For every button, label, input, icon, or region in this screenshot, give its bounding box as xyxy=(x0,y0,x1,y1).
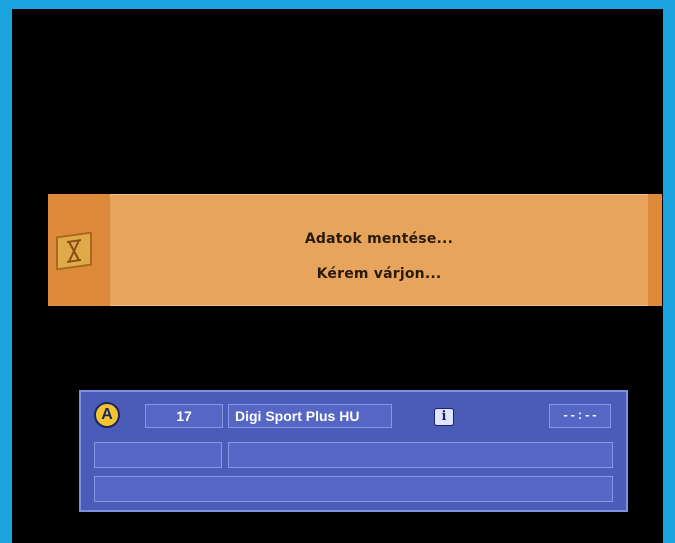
tv-screen: Adatok mentése... Kérem várjon... A 17 D… xyxy=(12,9,663,543)
time-display: --:-- xyxy=(549,404,611,428)
hourglass-icon xyxy=(56,231,92,271)
saving-dialog: Adatok mentése... Kérem várjon... xyxy=(48,194,662,306)
info-icon[interactable]: i xyxy=(434,408,454,426)
channel-number: 17 xyxy=(145,404,223,428)
dialog-left-strip xyxy=(48,194,110,306)
program-time-field xyxy=(94,442,222,468)
wait-message: Kérem várjon... xyxy=(316,266,442,282)
next-program-field xyxy=(94,476,613,502)
channel-info-banner: A 17 Digi Sport Plus HU i --:-- xyxy=(79,390,628,512)
audio-badge: A xyxy=(94,402,120,428)
saving-message: Adatok mentése... xyxy=(304,231,454,247)
channel-name: Digi Sport Plus HU xyxy=(228,404,392,428)
program-title-field xyxy=(228,442,613,468)
dialog-right-strip xyxy=(648,194,662,306)
